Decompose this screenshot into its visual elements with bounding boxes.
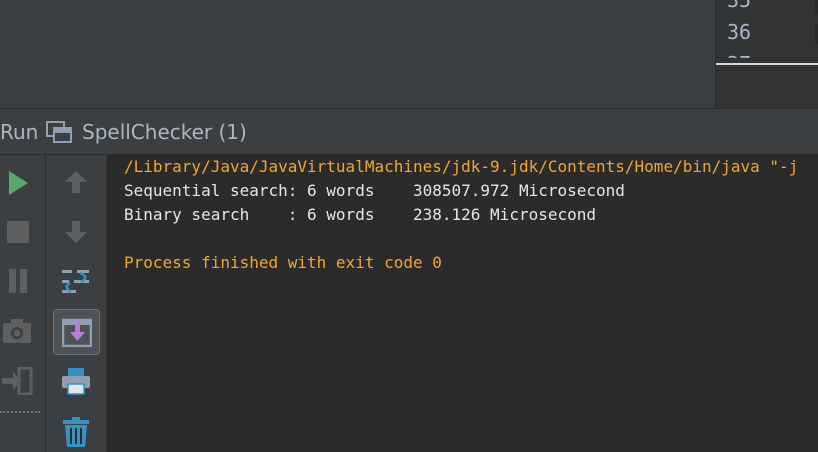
- run-configuration-icon: [46, 121, 72, 143]
- editor-area: [0, 0, 818, 108]
- camera-icon: [3, 319, 31, 343]
- scroll-to-end-toggle[interactable]: [53, 309, 100, 355]
- clear-all-button[interactable]: [60, 415, 92, 449]
- line-number: 36: [727, 20, 752, 44]
- toolbar-overflow-dots: [0, 411, 40, 413]
- run-icon: [9, 171, 28, 195]
- run-configuration-tab[interactable]: SpellChecker (1): [82, 120, 247, 144]
- stop-button[interactable]: [2, 216, 34, 248]
- run-panel-label[interactable]: Run: [0, 120, 38, 144]
- console-output-line: Binary search : 6 words 238.126 Microsec…: [124, 205, 597, 224]
- print-icon: [62, 368, 90, 395]
- arrow-up-icon: [65, 171, 87, 193]
- exit-button[interactable]: [0, 365, 34, 397]
- console-exit-message: Process finished with exit code 0: [124, 253, 442, 272]
- line-number: 35: [727, 0, 752, 12]
- gutter-divider: [716, 63, 818, 65]
- stop-icon: [7, 221, 29, 243]
- soft-wrap-button[interactable]: [60, 266, 92, 298]
- run-left-toolbar: [0, 155, 46, 452]
- console-toolbar: [46, 155, 107, 452]
- scroll-to-end-icon: [61, 318, 92, 347]
- exit-icon: [2, 367, 33, 395]
- run-tool-window-header: Run SpellChecker (1): [0, 108, 818, 155]
- console-output-line: Sequential search: 6 words 308507.972 Mi…: [124, 181, 625, 200]
- up-stack-trace-button[interactable]: [60, 168, 92, 196]
- dump-threads-button[interactable]: [0, 315, 34, 347]
- down-stack-trace-button[interactable]: [60, 218, 92, 246]
- console-output[interactable]: /Library/Java/JavaVirtualMachines/jdk-9.…: [107, 155, 818, 452]
- soft-wrap-icon: [62, 270, 89, 294]
- line-number-gutter: 35 36 37: [715, 0, 818, 108]
- arrow-down-icon: [65, 221, 87, 243]
- trash-icon: [63, 417, 89, 447]
- console-command-line: /Library/Java/JavaVirtualMachines/jdk-9.…: [124, 157, 799, 176]
- rerun-button[interactable]: [2, 167, 34, 199]
- print-button[interactable]: [60, 365, 92, 397]
- pause-button[interactable]: [2, 265, 34, 297]
- pause-icon: [9, 269, 27, 293]
